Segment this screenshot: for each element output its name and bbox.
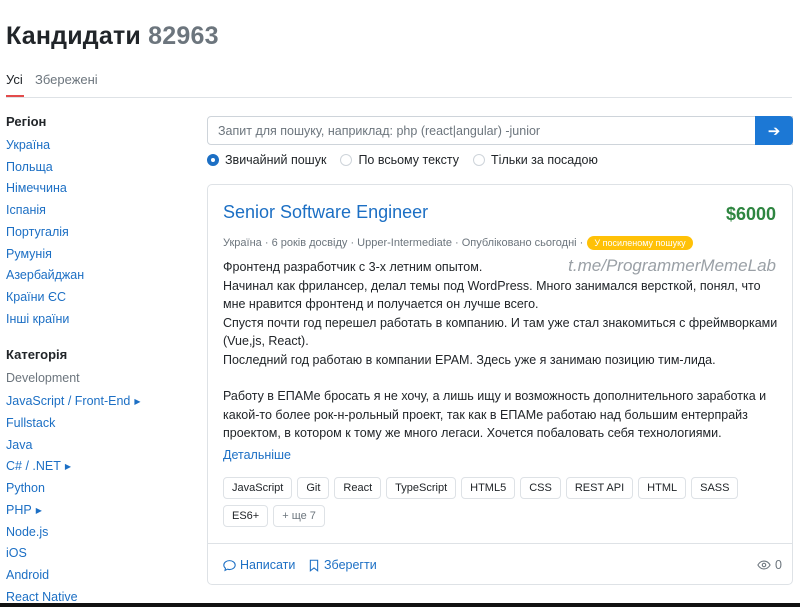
save-candidate-button[interactable]: Зберегти [308, 558, 377, 572]
search-mode-regular[interactable]: Звичайний пошук [207, 153, 326, 167]
skill-tag[interactable]: TypeScript [386, 477, 457, 499]
arrow-right-icon: ➔ [767, 122, 781, 140]
category-subheading: Development [6, 371, 80, 386]
search-mode-label: Звичайний пошук [225, 153, 327, 167]
card-footer: Написати Зберегти 0 [208, 543, 792, 585]
meta-experience: 6 років досвіду [271, 237, 348, 249]
skill-tag[interactable]: React [334, 477, 382, 499]
region-item-ukraine[interactable]: Україна [6, 135, 186, 157]
search-mode-label: Тільки за посадою [491, 153, 598, 167]
region-item-germany[interactable]: Німеччина [6, 178, 186, 200]
region-item-spain[interactable]: Іспанія [6, 200, 186, 222]
candidate-card: Senior Software Engineer $6000 Україна ·… [207, 184, 793, 585]
region-heading: Регіон [6, 114, 47, 129]
details-link[interactable]: Детальніше [223, 448, 291, 462]
tabs: Усі Збережені [6, 72, 792, 98]
skill-tag[interactable]: JavaScript [223, 477, 293, 499]
category-item-android[interactable]: Android [6, 565, 186, 587]
radio-selected-icon [207, 154, 219, 166]
skill-tag[interactable]: HTML [638, 477, 687, 499]
category-item-csharp[interactable]: C# / .NET ▶ [6, 456, 186, 478]
region-item-other[interactable]: Інші країни [6, 309, 186, 331]
candidate-description: Фронтенд разработчик с 3-х летним опытом… [223, 258, 783, 443]
category-item-python[interactable]: Python [6, 478, 186, 500]
write-message-button[interactable]: Написати [223, 558, 295, 572]
search-box [207, 116, 793, 145]
page-title-text: Кандидати [6, 22, 141, 50]
sidebar: Регіон Україна Польща Німеччина Іспанія … [6, 114, 186, 607]
category-item-ios[interactable]: iOS [6, 543, 186, 565]
tab-all[interactable]: Усі [6, 72, 23, 87]
candidates-count: 82963 [148, 22, 219, 50]
skill-tag[interactable]: Git [297, 477, 330, 499]
candidate-title-link[interactable]: Senior Software Engineer [223, 202, 428, 223]
bottom-border [0, 603, 800, 607]
candidate-meta: Україна · 6 років досвіду · Upper-Interm… [223, 236, 693, 250]
region-item-portugal[interactable]: Португалія [6, 222, 186, 244]
skill-tag[interactable]: CSS [520, 477, 561, 499]
category-heading: Категорія [6, 347, 68, 363]
expand-triangle-icon: ▶ [64, 462, 72, 472]
category-item-php[interactable]: PHP ▶ [6, 500, 186, 522]
chat-bubble-icon [223, 559, 236, 571]
region-item-eu[interactable]: Країни ЄС [6, 287, 186, 309]
region-item-poland[interactable]: Польща [6, 157, 186, 179]
meta-english: Upper-Intermediate [357, 237, 452, 249]
skill-tag[interactable]: HTML5 [461, 477, 516, 499]
category-item-label: C# / .NET [6, 459, 61, 474]
search-mode-label: По всьому тексту [358, 153, 460, 167]
active-tab-indicator [6, 95, 24, 97]
search-button[interactable]: ➔ [755, 116, 793, 145]
skill-tag[interactable]: SASS [691, 477, 739, 499]
description-paragraph: Работу в ЕПАМе бросать я не хочу, а лишь… [223, 389, 767, 440]
views-count: 0 [775, 558, 782, 572]
tab-saved[interactable]: Збережені [35, 72, 98, 87]
expand-triangle-icon: ▶ [35, 505, 42, 515]
category-block: Категорія Development JavaScript / Front… [6, 347, 186, 607]
category-item-java[interactable]: Java [6, 435, 186, 457]
search-input[interactable] [208, 117, 792, 144]
page-title: Кандидати 82963 [6, 22, 219, 51]
write-label: Написати [240, 558, 296, 572]
category-item-fullstack[interactable]: Fullstack [6, 413, 186, 435]
search-mode-fulltext[interactable]: По всьому тексту [340, 153, 459, 167]
category-item-label: PHP [6, 502, 32, 517]
save-label: Зберегти [324, 558, 377, 572]
radio-icon [473, 154, 486, 166]
bookmark-icon [309, 559, 319, 572]
category-item-label: JavaScript / Front-End [6, 394, 131, 409]
more-tags-button[interactable]: + ще 7 [273, 505, 325, 527]
search-mode-title-only[interactable]: Тільки за посадою [473, 153, 598, 167]
meta-published: Опубліковано сьогодні [461, 237, 577, 249]
skill-tag[interactable]: ES6+ [223, 505, 269, 527]
boosted-search-badge: У посиленому пошуку [587, 236, 693, 250]
skill-tag[interactable]: REST API [565, 477, 634, 499]
skill-tags: JavaScript Git React TypeScript HTML5 CS… [223, 477, 783, 527]
search-mode-group: Звичайний пошук По всьому тексту Тільки … [207, 153, 598, 167]
expand-triangle-icon: ▶ [134, 397, 141, 407]
category-item-nodejs[interactable]: Node.js [6, 522, 186, 544]
eye-icon [757, 560, 771, 570]
region-item-romania[interactable]: Румунія [6, 244, 186, 266]
radio-icon [340, 154, 353, 166]
region-item-azerbaijan[interactable]: Азербайджан [6, 265, 186, 287]
views-counter: 0 [757, 558, 782, 572]
meta-location: Україна [223, 237, 262, 249]
category-item-javascript[interactable]: JavaScript / Front-End ▶ [6, 391, 186, 413]
salary: $6000 [725, 204, 776, 224]
watermark: t.me/ProgrammerMemeLab [568, 256, 776, 275]
